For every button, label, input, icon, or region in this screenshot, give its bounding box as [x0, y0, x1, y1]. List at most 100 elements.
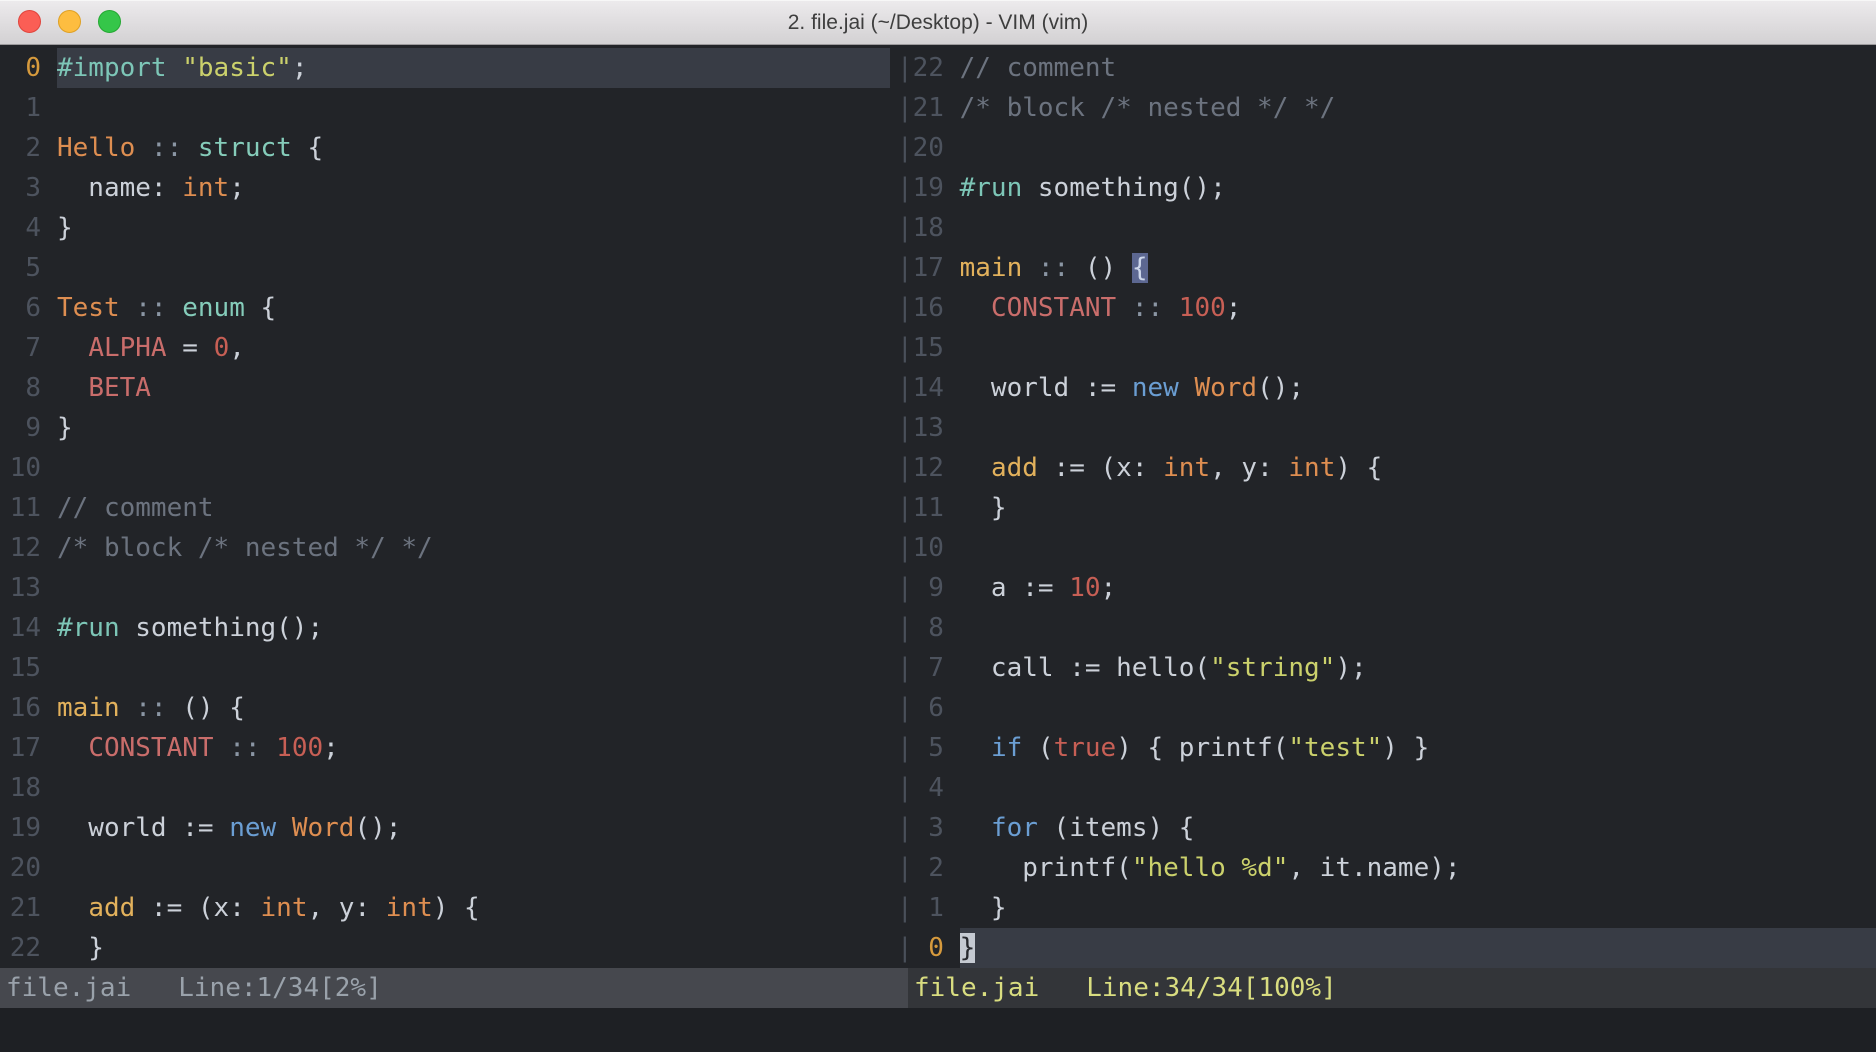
token: } [57, 213, 73, 243]
code-text: #run something(); [57, 608, 890, 648]
line-number: | 2 [897, 848, 960, 888]
line-number: 7 [0, 328, 57, 368]
code-text [960, 688, 1876, 728]
close-button[interactable] [18, 10, 41, 33]
code-line[interactable]: 15 [0, 648, 897, 688]
token: ; [1226, 293, 1242, 323]
code-line[interactable]: | 2 printf("hello %d", it.name); [897, 848, 1876, 888]
split-separator: | [897, 533, 913, 563]
token: struct [198, 133, 292, 163]
code-line[interactable]: 0#import "basic"; [0, 48, 897, 88]
command-line[interactable] [0, 1008, 1876, 1052]
code-line[interactable]: |10 [897, 528, 1876, 568]
line-number: |14 [897, 368, 960, 408]
line-number: |13 [897, 408, 960, 448]
code-line[interactable]: | 9 a := 10; [897, 568, 1876, 608]
code-line[interactable]: 19 world := new Word(); [0, 808, 897, 848]
code-line[interactable]: 11// comment [0, 488, 897, 528]
code-line[interactable]: | 3 for (items) { [897, 808, 1876, 848]
code-line[interactable]: | 6 [897, 688, 1876, 728]
editor-area: 0#import "basic";12Hello :: struct {3 na… [0, 45, 1876, 968]
token: printf( [960, 853, 1132, 883]
code-text: #import "basic"; [57, 48, 890, 88]
line-number: 13 [0, 568, 57, 608]
token: add [88, 893, 135, 923]
token [1179, 373, 1195, 403]
token [57, 733, 88, 763]
token: :: [229, 733, 260, 763]
code-text: // comment [57, 488, 890, 528]
code-text: CONSTANT :: 100; [57, 728, 890, 768]
code-line[interactable]: |12 add := (x: int, y: int) { [897, 448, 1876, 488]
code-line[interactable]: 13 [0, 568, 897, 608]
zoom-button[interactable] [98, 10, 121, 33]
split-separator: | [897, 453, 913, 483]
code-text: Hello :: struct { [57, 128, 890, 168]
code-line[interactable]: 14#run something(); [0, 608, 897, 648]
code-line[interactable]: |15 [897, 328, 1876, 368]
line-number: | 5 [897, 728, 960, 768]
code-line[interactable]: |16 CONSTANT :: 100; [897, 288, 1876, 328]
code-line[interactable]: 10 [0, 448, 897, 488]
code-line[interactable]: 7 ALPHA = 0, [0, 328, 897, 368]
token: Hello [57, 133, 135, 163]
code-line[interactable]: 21 add := (x: int, y: int) { [0, 888, 897, 928]
token: "test" [1288, 733, 1382, 763]
token: , [229, 333, 245, 363]
token: if [991, 733, 1022, 763]
code-line[interactable]: | 4 [897, 768, 1876, 808]
line-number: 17 [0, 728, 57, 768]
token [960, 733, 991, 763]
token: int [261, 893, 308, 923]
code-line[interactable]: |11 } [897, 488, 1876, 528]
code-line[interactable]: 12/* block /* nested */ */ [0, 528, 897, 568]
token: for [991, 813, 1038, 843]
token: main [960, 253, 1023, 283]
code-line[interactable]: | 8 [897, 608, 1876, 648]
code-line[interactable]: 17 CONSTANT :: 100; [0, 728, 897, 768]
code-line[interactable]: |13 [897, 408, 1876, 448]
line-number: | 4 [897, 768, 960, 808]
code-text: printf("hello %d", it.name); [960, 848, 1876, 888]
code-line[interactable]: |20 [897, 128, 1876, 168]
minimize-button[interactable] [58, 10, 81, 33]
code-line[interactable]: |21 /* block /* nested */ */ [897, 88, 1876, 128]
pane-left[interactable]: 0#import "basic";12Hello :: struct {3 na… [0, 48, 897, 968]
code-line[interactable]: 16main :: () { [0, 688, 897, 728]
code-line[interactable]: 20 [0, 848, 897, 888]
code-line[interactable]: |19 #run something(); [897, 168, 1876, 208]
code-line[interactable]: 22 } [0, 928, 897, 968]
token [214, 733, 230, 763]
code-line[interactable]: | 1 } [897, 888, 1876, 928]
token: main [57, 693, 120, 723]
code-line[interactable]: | 7 call := hello("string"); [897, 648, 1876, 688]
token: something(); [1022, 173, 1226, 203]
token: CONSTANT [991, 293, 1116, 323]
code-text: #run something(); [960, 168, 1876, 208]
code-line[interactable]: 9} [0, 408, 897, 448]
code-line[interactable]: 5 [0, 248, 897, 288]
code-line[interactable]: 8 BETA [0, 368, 897, 408]
token [167, 293, 183, 323]
code-line[interactable]: |17 main :: () { [897, 248, 1876, 288]
line-number: |16 [897, 288, 960, 328]
line-number: |10 [897, 528, 960, 568]
token: { [1132, 253, 1148, 283]
code-line[interactable]: 2Hello :: struct { [0, 128, 897, 168]
code-line[interactable]: 3 name: int; [0, 168, 897, 208]
pane-right[interactable]: |22 // comment|21 /* block /* nested */ … [897, 48, 1876, 968]
code-line[interactable]: 6Test :: enum { [0, 288, 897, 328]
token [1163, 293, 1179, 323]
token: add [991, 453, 1038, 483]
code-line[interactable]: 4} [0, 208, 897, 248]
titlebar[interactable]: 2. file.jai (~/Desktop) - VIM (vim) [0, 0, 1876, 45]
line-number: | 3 [897, 808, 960, 848]
code-line[interactable]: | 5 if (true) { printf("test") } [897, 728, 1876, 768]
code-line[interactable]: 1 [0, 88, 897, 128]
code-line[interactable]: | 0 } [897, 928, 1876, 968]
code-line[interactable]: |18 [897, 208, 1876, 248]
code-text [57, 848, 890, 888]
code-line[interactable]: |22 // comment [897, 48, 1876, 88]
code-line[interactable]: |14 world := new Word(); [897, 368, 1876, 408]
code-line[interactable]: 18 [0, 768, 897, 808]
